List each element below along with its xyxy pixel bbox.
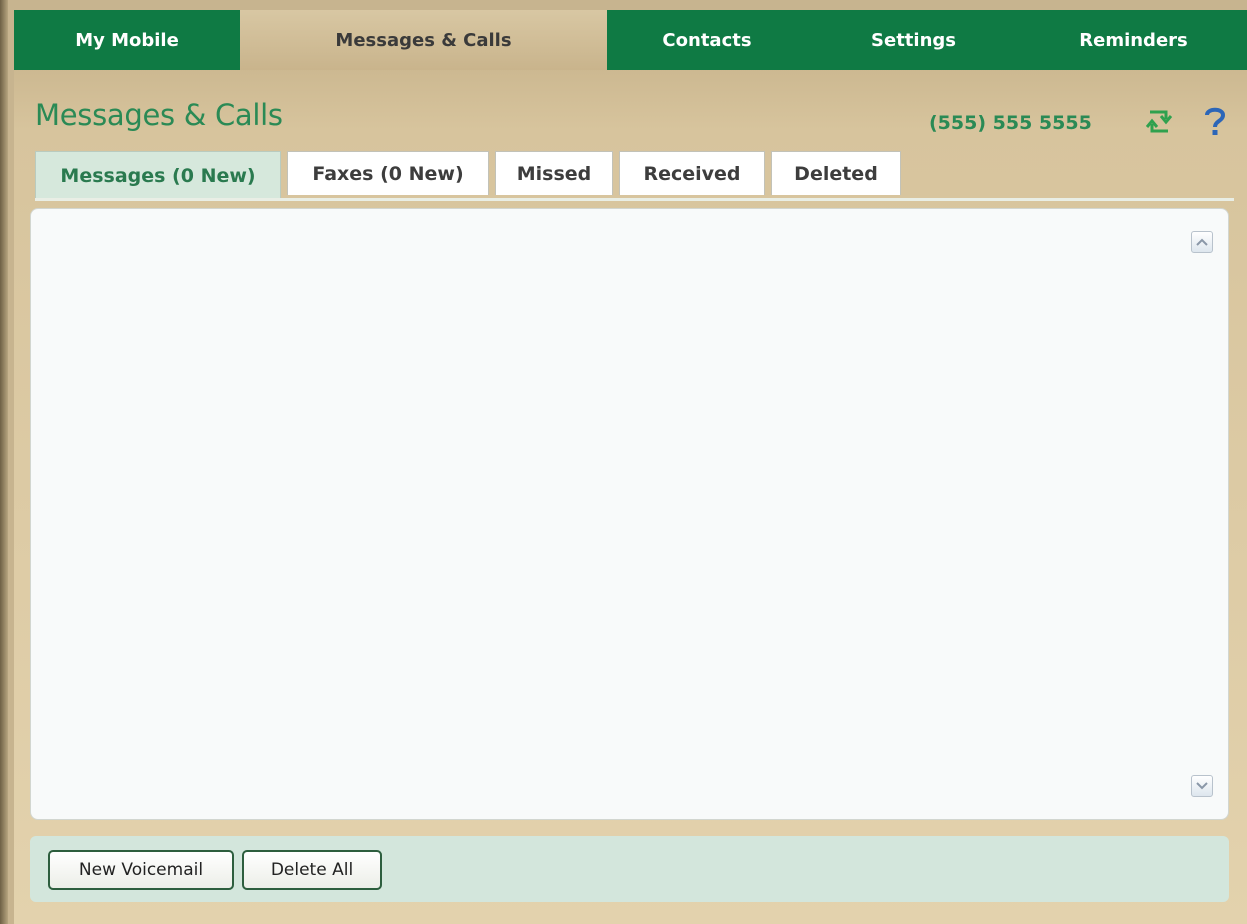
new-voicemail-button[interactable]: New Voicemail <box>48 850 234 890</box>
tab-received[interactable]: Received <box>619 151 765 195</box>
delete-all-button[interactable]: Delete All <box>242 850 382 890</box>
tab-deleted[interactable]: Deleted <box>771 151 901 195</box>
nav-tab-messages-calls[interactable]: Messages & Calls <box>240 10 607 70</box>
refresh-icon[interactable] <box>1144 104 1174 138</box>
chevron-up-icon <box>1196 238 1208 246</box>
app-container: My Mobile Messages & Calls Contacts Sett… <box>14 10 1247 924</box>
scroll-down-button[interactable] <box>1191 775 1213 797</box>
nav-tab-my-mobile[interactable]: My Mobile <box>14 10 240 70</box>
messages-list-panel[interactable] <box>30 208 1229 820</box>
nav-tab-reminders[interactable]: Reminders <box>1020 10 1247 70</box>
tab-messages[interactable]: Messages (0 New) <box>35 151 281 199</box>
nav-tab-contacts[interactable]: Contacts <box>607 10 807 70</box>
chevron-down-icon <box>1196 782 1208 790</box>
subtab-divider <box>35 198 1234 201</box>
page-title: Messages & Calls <box>35 98 283 132</box>
main-nav: My Mobile Messages & Calls Contacts Sett… <box>14 10 1247 70</box>
subtab-bar: Messages (0 New) Faxes (0 New) Missed Re… <box>35 151 1234 199</box>
tab-faxes[interactable]: Faxes (0 New) <box>287 151 489 195</box>
help-icon[interactable] <box>1200 104 1230 138</box>
tab-missed[interactable]: Missed <box>495 151 613 195</box>
nav-tab-settings[interactable]: Settings <box>807 10 1020 70</box>
action-bar: New Voicemail Delete All <box>30 836 1229 902</box>
phone-number: (555) 555 5555 <box>929 112 1092 134</box>
scroll-up-button[interactable] <box>1191 231 1213 253</box>
window-left-edge <box>0 0 8 924</box>
